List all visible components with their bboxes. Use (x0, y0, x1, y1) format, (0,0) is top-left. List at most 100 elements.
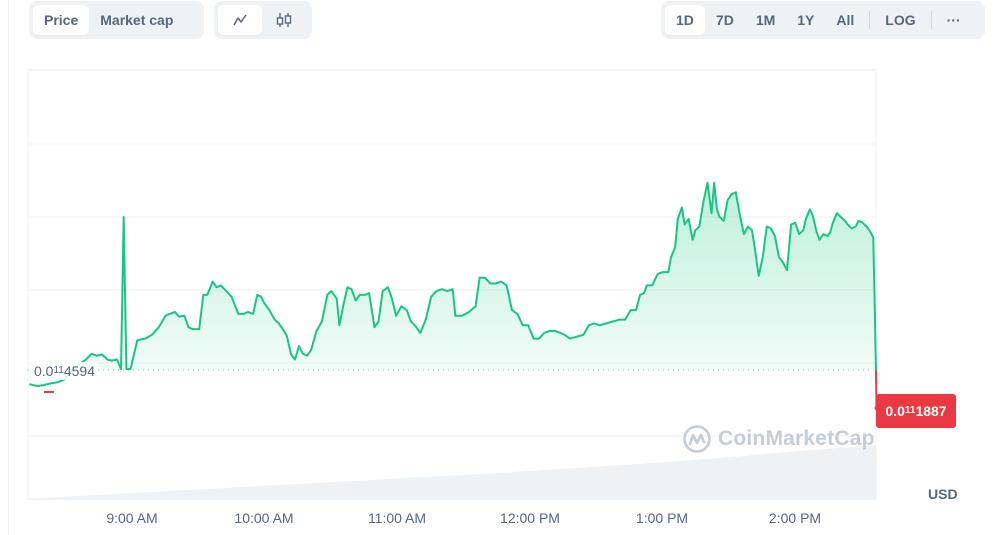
volume-bar (471, 474, 478, 500)
volume-bar (262, 485, 268, 500)
volume-bar (811, 449, 817, 500)
volume-bar (506, 472, 513, 500)
price-chart[interactable] (0, 0, 999, 535)
volume-bar (786, 451, 792, 500)
volume-bar (571, 468, 578, 500)
current-price-digits: 1887 (915, 403, 947, 419)
volume-bar (661, 462, 667, 500)
volume-bar (127, 493, 134, 500)
volume-bar (252, 486, 258, 500)
volume-bar (791, 451, 797, 500)
volume-bar (556, 468, 563, 500)
volume-bar (566, 468, 573, 500)
volume-bar (412, 477, 418, 500)
volume-bar (596, 466, 602, 500)
volume-bar (417, 477, 423, 500)
volume-bar (207, 488, 213, 500)
volume-bar (726, 457, 732, 500)
volume-bar (501, 472, 508, 500)
volume-bar (442, 475, 448, 500)
volume-bar (646, 463, 652, 500)
volume-bar (641, 463, 647, 500)
volume-bar (671, 461, 677, 500)
volume-bar (766, 453, 772, 500)
volume-bar (287, 484, 293, 500)
volume-bar (486, 473, 493, 500)
volume-bar (247, 486, 253, 500)
volume-bar (561, 468, 568, 500)
x-tick-label: 1:00 PM (635, 510, 689, 526)
volume-bar (337, 481, 343, 500)
volume-bar (836, 447, 842, 500)
volume-bar (616, 465, 622, 500)
volume-bar (831, 448, 837, 500)
volume-bar (656, 462, 662, 500)
volume-bar (826, 448, 832, 500)
volume-bar (851, 446, 857, 500)
volume-bar (122, 493, 129, 500)
volume-bar (162, 491, 168, 500)
volume-bar (192, 489, 198, 500)
volume-bar (182, 490, 188, 500)
volume-bar (212, 488, 218, 500)
volume-bar (586, 467, 592, 500)
volume-bar (681, 460, 687, 500)
current-price-prefix: 0.0 (885, 403, 905, 419)
volume-bar (771, 453, 777, 500)
volume-bar (52, 497, 59, 500)
volume-bar (352, 480, 358, 500)
volume-bar (806, 450, 812, 500)
volume-bar (516, 471, 523, 500)
volume-bar (696, 459, 702, 500)
open-price-prefix: 0.0 (34, 363, 54, 379)
volume-bar (292, 484, 298, 500)
volume-bar (466, 474, 473, 500)
volume-bar (796, 450, 802, 500)
currency-label: USD (928, 486, 958, 502)
volume-bar (601, 466, 607, 500)
volume-bar (626, 464, 632, 500)
volume-bar (481, 473, 488, 500)
volume-bar (172, 490, 178, 500)
volume-bar (232, 487, 238, 500)
volume-bar (706, 458, 712, 500)
volume-bar (521, 471, 528, 500)
volume-bar (526, 470, 533, 500)
volume-bar (691, 459, 697, 500)
volume-bar (746, 455, 752, 500)
volume-bar (77, 495, 84, 500)
x-tick-label: 10:00 AM (234, 510, 294, 526)
volume-bar (317, 482, 323, 500)
x-tick-label: 2:00 PM (768, 510, 822, 526)
volume-bar (327, 482, 333, 500)
volume-bar (536, 470, 543, 500)
volume-bar (621, 464, 627, 500)
volume-bar (427, 476, 433, 500)
volume-bar (372, 479, 378, 500)
volume-bar (132, 492, 139, 500)
volume-bar (117, 493, 124, 500)
volume-bar (347, 481, 353, 500)
volume-bar (392, 478, 398, 500)
volume-bar (861, 446, 867, 500)
price-area-fill (29, 182, 877, 387)
volume-bar (456, 475, 463, 500)
volume-bar (461, 474, 468, 500)
volume-bar (28, 498, 34, 500)
volume-bar (407, 477, 413, 500)
volume-bar (177, 490, 183, 500)
volume-bar (422, 477, 428, 500)
volume-bar (137, 492, 144, 500)
volume-bar (92, 495, 99, 500)
coinmarketcap-logo-icon (683, 425, 711, 453)
volume-bar (576, 467, 582, 500)
volume-bar (447, 475, 453, 500)
volume-bar (846, 447, 852, 500)
volume-bar (47, 497, 54, 500)
volume-bar (187, 489, 193, 500)
volume-bar (57, 496, 64, 500)
volume-bar (581, 467, 587, 500)
volume-bar (736, 456, 742, 500)
volume-bar (297, 483, 303, 500)
volume-bar (302, 483, 308, 500)
